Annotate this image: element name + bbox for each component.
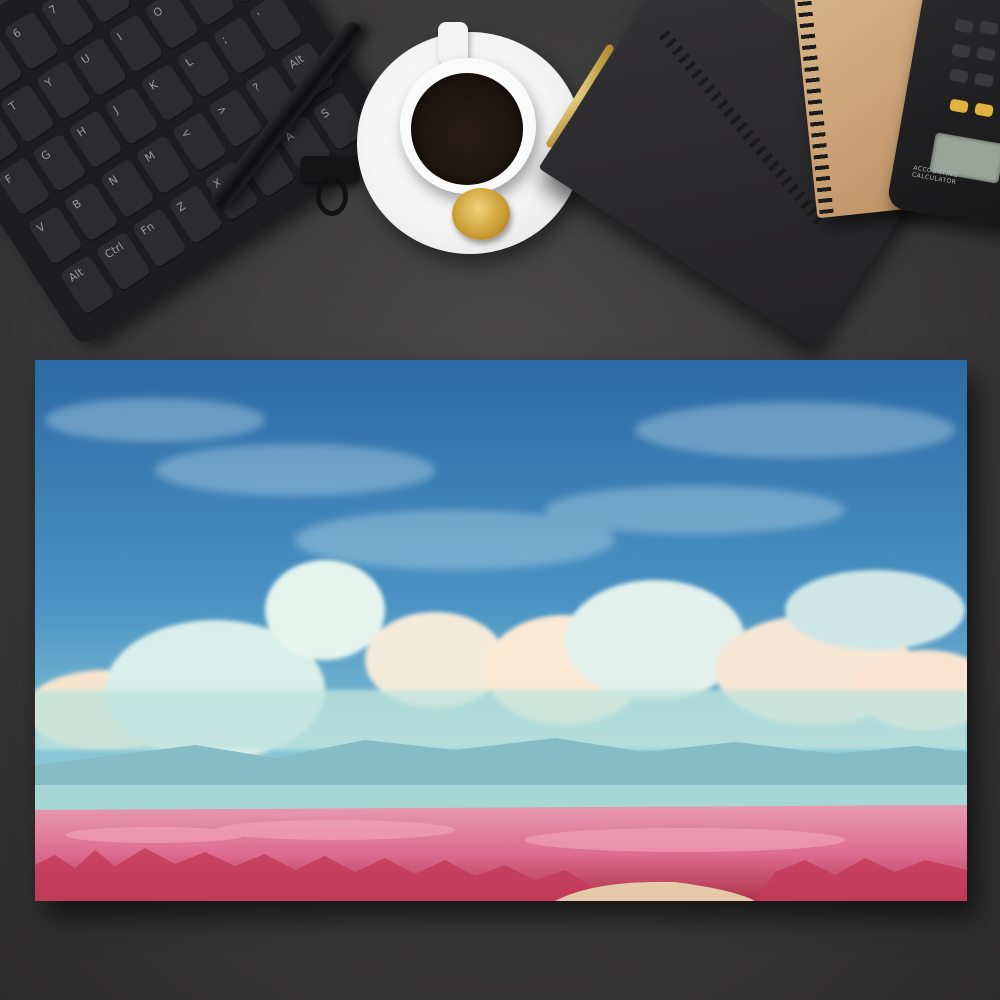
landscape-painting: [35, 360, 967, 901]
landscape-canvas-print: [35, 360, 967, 901]
coffee: [411, 73, 523, 185]
binder-clip-handle: [316, 176, 348, 216]
spoon-bowl: [452, 188, 510, 240]
